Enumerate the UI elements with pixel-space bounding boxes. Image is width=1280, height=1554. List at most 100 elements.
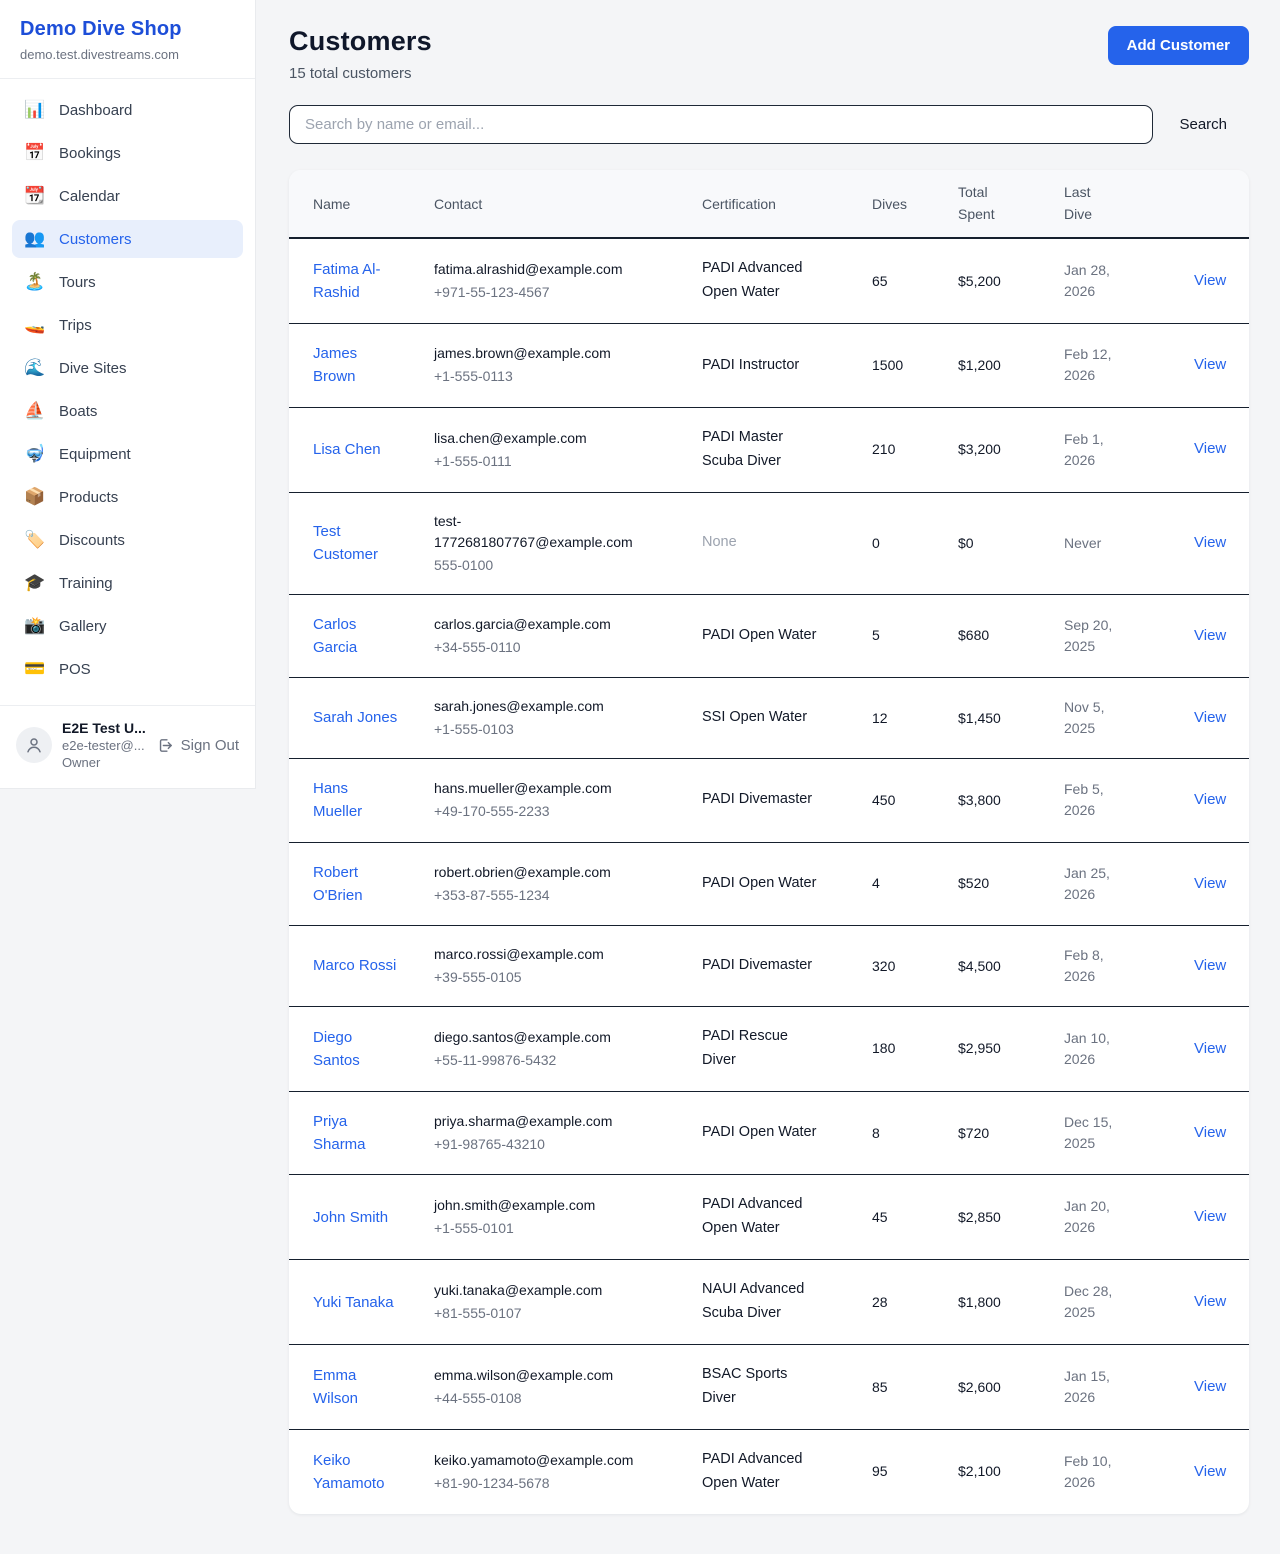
total-spent-value: $1,200	[958, 357, 1001, 373]
view-link[interactable]: View	[1194, 440, 1226, 457]
view-link[interactable]: View	[1194, 1040, 1226, 1057]
total-spent-value: $720	[958, 1125, 989, 1141]
sidebar-item-gallery[interactable]: 📸Gallery	[12, 607, 243, 645]
customer-name-link[interactable]: Keiko Yamamoto	[313, 1449, 401, 1496]
customer-email: marco.rossi@example.com	[434, 944, 639, 965]
customer-email: hans.mueller@example.com	[434, 778, 639, 799]
search-button[interactable]: Search	[1179, 116, 1227, 133]
view-cell: View	[1170, 1175, 1249, 1260]
contact-cell: hans.mueller@example.com+49-170-555-2233	[434, 759, 702, 843]
dives-cell: 0	[872, 492, 958, 594]
sidebar-item-label: Tours	[59, 274, 96, 291]
customer-name-link[interactable]: Carlos Garcia	[313, 613, 401, 660]
customer-email: fatima.alrashid@example.com	[434, 259, 639, 280]
customer-name-link[interactable]: James Brown	[313, 342, 401, 389]
view-link[interactable]: View	[1194, 1293, 1226, 1310]
certification-cell: PADI Divemaster	[702, 926, 872, 1007]
wave-icon: 🌊	[24, 358, 46, 378]
sidebar-item-products[interactable]: 📦Products	[12, 478, 243, 516]
dives-cell: 8	[872, 1091, 958, 1175]
customer-name-cell: Sarah Jones	[289, 678, 434, 759]
table-row: James Brownjames.brown@example.com+1-555…	[289, 324, 1249, 408]
last-dive-cell: Feb 12, 2026	[1064, 324, 1170, 408]
sidebar-item-bookings[interactable]: 📅Bookings	[12, 134, 243, 172]
view-link[interactable]: View	[1194, 1378, 1226, 1395]
last-dive-cell: Jan 15, 2026	[1064, 1345, 1170, 1430]
customer-phone: +34-555-0110	[434, 637, 686, 658]
sidebar-item-tours[interactable]: 🏝️Tours	[12, 263, 243, 301]
table-row: Emma Wilsonemma.wilson@example.com+44-55…	[289, 1345, 1249, 1430]
customer-email: robert.obrien@example.com	[434, 862, 639, 883]
customer-phone: +44-555-0108	[434, 1388, 686, 1409]
dives-cell: 95	[872, 1429, 958, 1513]
speedboat-icon: 🚤	[24, 315, 46, 335]
sidebar-item-boats[interactable]: ⛵Boats	[12, 392, 243, 430]
sidebar-item-label: Discounts	[59, 532, 125, 549]
sidebar-item-dive-sites[interactable]: 🌊Dive Sites	[12, 349, 243, 387]
certification-cell: PADI Master Scuba Diver	[702, 407, 872, 492]
sidebar-item-dashboard[interactable]: 📊Dashboard	[12, 91, 243, 129]
view-link[interactable]: View	[1194, 1208, 1226, 1225]
view-link[interactable]: View	[1194, 534, 1226, 551]
search-input[interactable]	[289, 105, 1153, 144]
certification-cell: PADI Divemaster	[702, 759, 872, 843]
sidebar-item-equipment[interactable]: 🤿Equipment	[12, 435, 243, 473]
view-link[interactable]: View	[1194, 957, 1226, 974]
customer-name-link[interactable]: Emma Wilson	[313, 1364, 401, 1411]
sidebar-item-calendar[interactable]: 📆Calendar	[12, 177, 243, 215]
view-link[interactable]: View	[1194, 875, 1226, 892]
page-title-block: Customers 15 total customers	[289, 26, 432, 82]
view-cell: View	[1170, 1345, 1249, 1430]
customer-email: lisa.chen@example.com	[434, 428, 639, 449]
column-header: Certification	[702, 170, 872, 238]
total-spent-cell: $2,600	[958, 1345, 1064, 1430]
sidebar-item-pos[interactable]: 💳POS	[12, 650, 243, 688]
view-link[interactable]: View	[1194, 1463, 1226, 1480]
total-spent-cell: $3,800	[958, 759, 1064, 843]
total-spent-value: $2,600	[958, 1379, 1001, 1395]
customer-name-link[interactable]: Marco Rossi	[313, 954, 396, 977]
view-link[interactable]: View	[1194, 1124, 1226, 1141]
sign-out-icon	[157, 737, 174, 754]
user-info: E2E Test U... e2e-tester@... Owner	[62, 720, 147, 770]
customer-name-link[interactable]: Fatima Al-Rashid	[313, 258, 401, 305]
certification-value: PADI Divemaster	[702, 954, 812, 978]
contact-cell: marco.rossi@example.com+39-555-0105	[434, 926, 702, 1007]
customer-name-link[interactable]: Robert O'Brien	[313, 861, 401, 908]
customer-email: james.brown@example.com	[434, 343, 639, 364]
table-row: Yuki Tanakayuki.tanaka@example.com+81-55…	[289, 1260, 1249, 1345]
total-spent-cell: $0	[958, 492, 1064, 594]
main-content: Customers 15 total customers Add Custome…	[256, 0, 1280, 1554]
dives-cell: 210	[872, 407, 958, 492]
add-customer-button[interactable]: Add Customer	[1108, 26, 1249, 65]
view-cell: View	[1170, 492, 1249, 594]
total-spent-value: $1,800	[958, 1294, 1001, 1310]
dives-cell: 180	[872, 1007, 958, 1092]
sidebar-item-training[interactable]: 🎓Training	[12, 564, 243, 602]
view-link[interactable]: View	[1194, 709, 1226, 726]
view-link[interactable]: View	[1194, 272, 1226, 289]
customer-name-link[interactable]: John Smith	[313, 1206, 388, 1229]
customer-name-link[interactable]: Hans Mueller	[313, 777, 401, 824]
table-row: Test Customertest-1772681807767@example.…	[289, 492, 1249, 594]
sign-out-button[interactable]: Sign Out	[157, 737, 239, 754]
view-link[interactable]: View	[1194, 791, 1226, 808]
certification-value: PADI Instructor	[702, 354, 799, 378]
customer-name-link[interactable]: Diego Santos	[313, 1026, 401, 1073]
sidebar-item-customers[interactable]: 👥Customers	[12, 220, 243, 258]
sidebar-item-discounts[interactable]: 🏷️Discounts	[12, 521, 243, 559]
sidebar-item-trips[interactable]: 🚤 Trips	[12, 306, 243, 344]
customer-name-link[interactable]: Sarah Jones	[313, 706, 397, 729]
customer-email: priya.sharma@example.com	[434, 1111, 639, 1132]
total-spent-value: $520	[958, 875, 989, 891]
customer-name-link[interactable]: Test Customer	[313, 520, 401, 567]
view-link[interactable]: View	[1194, 356, 1226, 373]
customer-name-link[interactable]: Priya Sharma	[313, 1110, 401, 1157]
view-link[interactable]: View	[1194, 627, 1226, 644]
customer-name-link[interactable]: Yuki Tanaka	[313, 1291, 394, 1314]
customer-name-cell: Hans Mueller	[289, 759, 434, 843]
table-header: NameContactCertificationDivesTotal Spent…	[289, 170, 1249, 238]
customer-name-cell: Yuki Tanaka	[289, 1260, 434, 1345]
sidebar-item-label: Trips	[59, 317, 92, 334]
customer-name-link[interactable]: Lisa Chen	[313, 438, 381, 461]
